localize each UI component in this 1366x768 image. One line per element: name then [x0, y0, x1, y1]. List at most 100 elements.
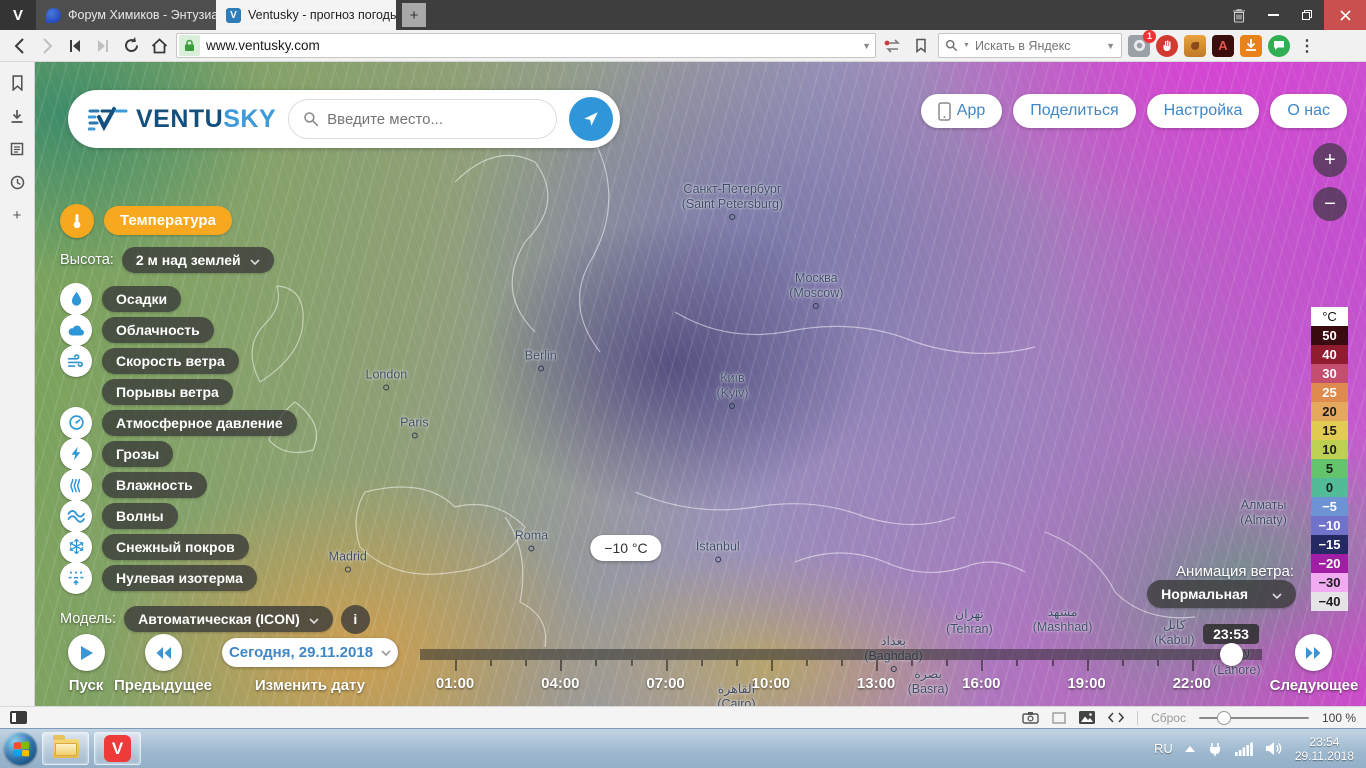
wind-animation-dropdown[interactable]: Нормальная — [1147, 586, 1296, 604]
layer-item-temperature[interactable]: Температура — [60, 202, 370, 239]
layer-item[interactable]: Влажность — [60, 469, 370, 500]
url-field[interactable]: www.ventusky.com ▼ — [176, 33, 876, 58]
rewind-icon[interactable] — [64, 35, 86, 57]
tab-ventusky[interactable]: V Ventusky - прогноз погоды — [216, 0, 396, 30]
window-controls — [1222, 0, 1366, 30]
downloads-panel-icon[interactable] — [8, 107, 26, 125]
map-zoom-out-button[interactable]: − — [1313, 187, 1347, 221]
home-icon[interactable] — [148, 35, 170, 57]
next-caption: Следующее — [1270, 677, 1359, 694]
model-dropdown[interactable]: Автоматическая (ICON) — [124, 606, 333, 632]
sync-arrows-icon[interactable] — [882, 35, 904, 57]
hidden-icons-arrow[interactable] — [1185, 746, 1195, 752]
restore-button[interactable] — [1290, 0, 1324, 30]
search-engine-dropdown-icon[interactable]: ▼ — [963, 42, 970, 49]
notes-panel-icon[interactable] — [8, 140, 26, 158]
layer-item-label: Влажность — [102, 472, 207, 498]
secure-lock-icon[interactable] — [179, 35, 200, 56]
next-button[interactable] — [1295, 634, 1332, 671]
place-search-input[interactable] — [327, 111, 542, 128]
search-dropdown-icon[interactable]: ▼ — [1106, 41, 1115, 51]
temperature-legend: °C 5040302520151050−5−10−15−20−30−40 — [1311, 307, 1348, 611]
model-info-icon[interactable]: i — [341, 605, 370, 634]
bookmark-flag-icon[interactable] — [910, 35, 932, 57]
legend-stop: −15 — [1311, 535, 1348, 554]
city-marker-icon — [729, 214, 735, 220]
capture-icon[interactable] — [1022, 711, 1039, 724]
play-button[interactable] — [68, 634, 105, 671]
locate-me-button[interactable] — [569, 97, 613, 141]
layer-item[interactable]: Скорость ветра — [60, 345, 370, 376]
adobe-acrobat-extension-icon[interactable]: A — [1212, 35, 1234, 57]
panel-toggle-icon[interactable] — [10, 711, 27, 724]
add-panel-icon[interactable]: + — [8, 206, 26, 224]
url-dropdown-icon[interactable]: ▼ — [862, 41, 871, 51]
trash-icon[interactable] — [1222, 0, 1256, 30]
settings-button[interactable]: Настройка — [1147, 94, 1260, 128]
height-dropdown[interactable]: 2 м над землей — [122, 247, 274, 273]
weather-map[interactable]: Санкт-Петербург(Saint Petersburg)Москва(… — [35, 62, 1366, 706]
adblock-extension-icon[interactable] — [1156, 35, 1178, 57]
app-button[interactable]: App — [921, 94, 1002, 128]
layer-item[interactable]: Осадки — [60, 283, 370, 314]
layer-item[interactable]: Грозы — [60, 438, 370, 469]
previous-button[interactable] — [145, 634, 182, 671]
city-marker-icon — [890, 666, 896, 672]
bookmarks-panel-icon[interactable] — [8, 74, 26, 92]
zoom-slider[interactable] — [1199, 717, 1309, 719]
layer-item[interactable]: Облачность — [60, 314, 370, 345]
chat-extension-icon[interactable] — [1268, 35, 1290, 57]
layer-item[interactable]: Волны — [60, 500, 370, 531]
reload-icon[interactable] — [120, 35, 142, 57]
place-search-field[interactable] — [288, 99, 557, 139]
play-caption: Пуск — [69, 677, 104, 694]
timeline-handle[interactable] — [1220, 643, 1243, 666]
ventusky-logo[interactable]: VENTUSKY — [88, 105, 276, 134]
zoom-reset-label[interactable]: Сброс — [1151, 711, 1186, 725]
taskbar-clock[interactable]: 23:54 29.11.2018 — [1295, 735, 1354, 763]
close-button[interactable] — [1324, 0, 1366, 30]
vivaldi-menu-button[interactable]: V — [0, 0, 36, 30]
clock-date: 29.11.2018 — [1295, 749, 1354, 763]
play-icon — [79, 645, 94, 661]
yandex-search-field[interactable]: ▼ ▼ — [938, 33, 1122, 58]
model-row: Модель: Автоматическая (ICON) i — [60, 604, 370, 634]
about-button[interactable]: О нас — [1270, 94, 1347, 128]
fast-forward-icon[interactable] — [92, 35, 114, 57]
date-picker-button[interactable]: Сегодня, 29.11.2018 — [222, 638, 398, 667]
legend-stop: 15 — [1311, 421, 1348, 440]
back-icon[interactable] — [8, 35, 30, 57]
vivaldi-taskbar-button[interactable]: V — [94, 732, 141, 765]
avast-extension-icon[interactable]: 1 — [1128, 35, 1150, 57]
page-actions-icon[interactable] — [1108, 712, 1124, 723]
new-tab-button[interactable]: + — [402, 3, 426, 27]
legend-stop: 0 — [1311, 478, 1348, 497]
extension-icon[interactable] — [1184, 35, 1206, 57]
language-indicator[interactable]: RU — [1154, 741, 1173, 756]
browser-menu-dots-icon[interactable]: ⋮ — [1296, 35, 1318, 57]
network-signal-icon[interactable] — [1235, 742, 1253, 756]
layer-item[interactable]: Снежный покров — [60, 531, 370, 562]
file-explorer-taskbar-button[interactable] — [42, 732, 89, 765]
forward-icon[interactable] — [36, 35, 58, 57]
timeline-tick — [946, 660, 948, 666]
timeline-bar[interactable] — [420, 649, 1262, 660]
layer-item[interactable]: Нулевая изотерма — [60, 562, 370, 593]
waves-icon — [60, 500, 92, 532]
download-extension-icon[interactable] — [1240, 35, 1262, 57]
volume-icon[interactable] — [1265, 741, 1283, 756]
share-button[interactable]: Поделиться — [1013, 94, 1135, 128]
legend-stop: 5 — [1311, 459, 1348, 478]
start-button[interactable] — [4, 732, 37, 765]
zoom-slider-knob[interactable] — [1217, 711, 1231, 725]
tab-forum[interactable]: Форум Химиков - Энтузиас — [36, 0, 216, 30]
layer-item[interactable]: Атмосферное давление — [60, 407, 370, 438]
minimize-button[interactable] — [1256, 0, 1290, 30]
yandex-search-input[interactable] — [975, 39, 1085, 53]
tiling-icon[interactable] — [1052, 712, 1066, 724]
power-plug-icon[interactable] — [1207, 741, 1223, 757]
layer-item[interactable]: Порывы ветра — [60, 376, 370, 407]
images-toggle-icon[interactable] — [1079, 711, 1095, 724]
map-zoom-in-button[interactable]: + — [1313, 143, 1347, 177]
history-panel-icon[interactable] — [8, 173, 26, 191]
